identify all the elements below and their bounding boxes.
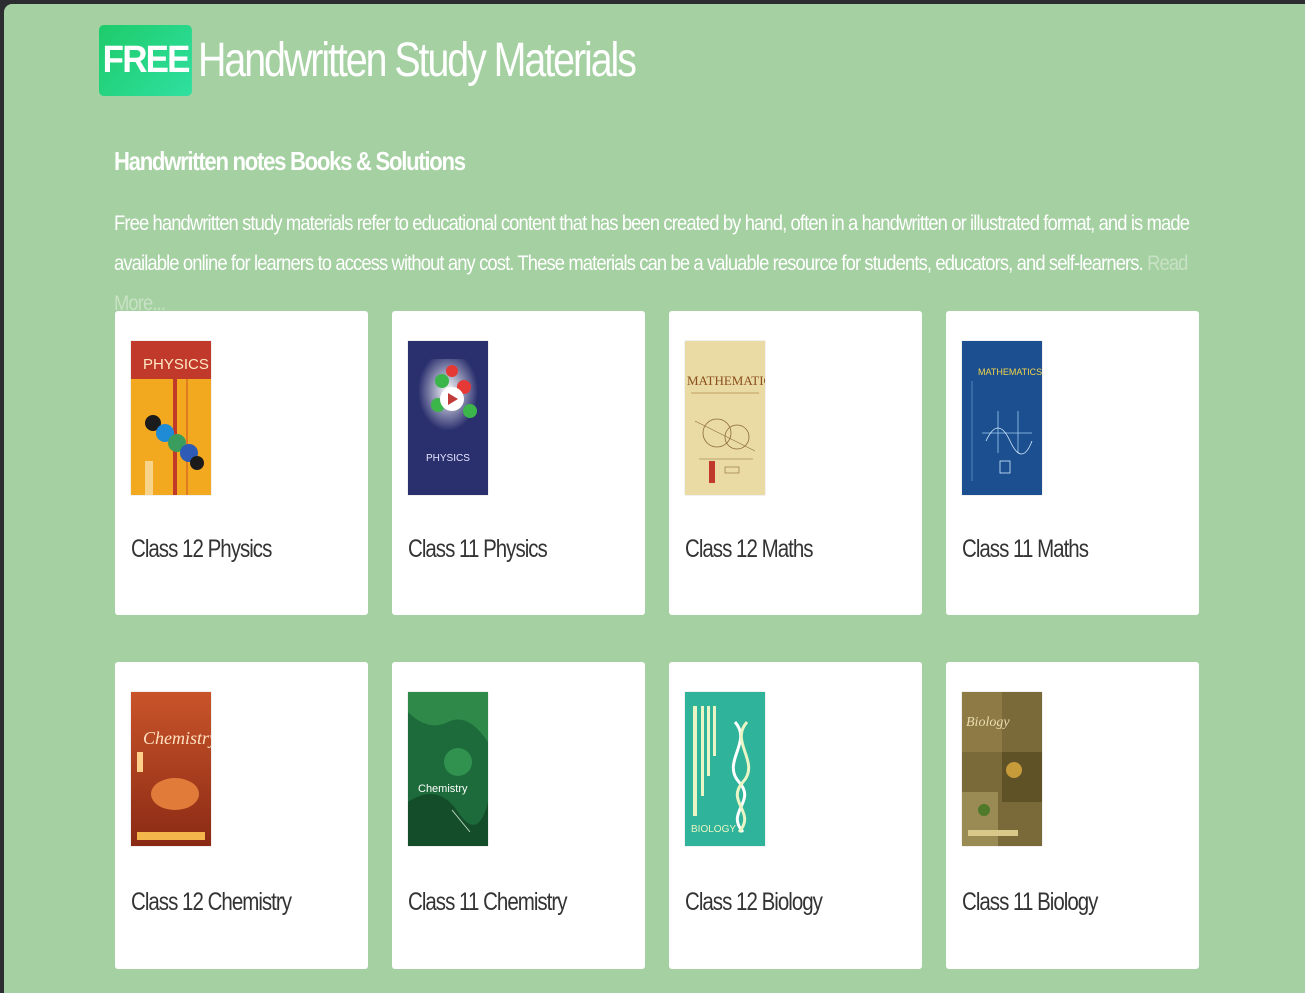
book-cover-image[interactable]: MATHEMATICS bbox=[685, 341, 765, 495]
svg-text:MATHEMATICS: MATHEMATICS bbox=[978, 367, 1042, 377]
page-title: FREE Handwritten Study Materials bbox=[99, 25, 731, 96]
book-card-class-12-maths[interactable]: MATHEMATICS Class 12 Maths bbox=[669, 311, 922, 615]
book-card-label: Class 12 Physics bbox=[131, 535, 272, 563]
mathematics-cover-icon: MATHEMATICS bbox=[685, 341, 765, 495]
chemistry-cover-icon: Chemistry bbox=[131, 692, 211, 846]
section-subtitle: Handwritten notes Books & Solutions bbox=[114, 146, 466, 176]
book-card-class-12-physics[interactable]: PHYSICS Class 12 Physics bbox=[115, 311, 368, 615]
book-card-label: Class 11 Maths bbox=[962, 535, 1089, 563]
svg-text:Biology: Biology bbox=[966, 715, 1010, 730]
book-cover-image[interactable]: BIOLOGY bbox=[685, 692, 765, 846]
section-description: Free handwritten study materials refer t… bbox=[114, 204, 1199, 324]
book-cover-image[interactable]: PHYSICS bbox=[131, 341, 211, 495]
book-card-label: Class 11 Biology bbox=[962, 888, 1098, 916]
book-card-class-11-maths[interactable]: MATHEMATICS Class 11 Maths bbox=[946, 311, 1199, 615]
description-text: Free handwritten study materials refer t… bbox=[114, 212, 1190, 275]
physics-cover-icon: PHYSICS bbox=[131, 341, 211, 495]
book-cover-image[interactable]: PHYSICS bbox=[408, 341, 488, 495]
biology-cover-icon: BIOLOGY bbox=[685, 692, 765, 846]
book-grid: PHYSICS Class 12 Physics PHYSICS Class 1… bbox=[115, 311, 1199, 969]
book-card-class-11-biology[interactable]: Biology Class 11 Biology bbox=[946, 662, 1199, 969]
book-card-label: Class 12 Chemistry bbox=[131, 888, 292, 916]
book-card-class-12-biology[interactable]: BIOLOGY Class 12 Biology bbox=[669, 662, 922, 969]
chemistry-cover-icon: Chemistry bbox=[408, 692, 488, 846]
book-cover-image[interactable]: Chemistry bbox=[408, 692, 488, 846]
svg-text:PHYSICS: PHYSICS bbox=[143, 356, 209, 373]
svg-text:BIOLOGY: BIOLOGY bbox=[691, 824, 736, 835]
book-card-class-12-chemistry[interactable]: Chemistry Class 12 Chemistry bbox=[115, 662, 368, 969]
book-card-label: Class 12 Maths bbox=[685, 535, 813, 563]
biology-cover-icon: Biology bbox=[962, 692, 1042, 846]
svg-text:Chemistry: Chemistry bbox=[143, 728, 211, 748]
page-title-text: Handwritten Study Materials bbox=[198, 34, 637, 87]
mathematics-cover-icon: MATHEMATICS bbox=[962, 341, 1042, 495]
svg-text:PHYSICS: PHYSICS bbox=[426, 453, 470, 464]
book-card-label: Class 11 Physics bbox=[408, 535, 548, 563]
physics-cover-icon: PHYSICS bbox=[408, 341, 488, 495]
page-container: FREE Handwritten Study Materials Handwri… bbox=[4, 4, 1305, 993]
book-card-label: Class 12 Biology bbox=[685, 888, 823, 916]
book-card-label: Class 11 Chemistry bbox=[408, 888, 567, 916]
book-cover-image[interactable]: MATHEMATICS bbox=[962, 341, 1042, 495]
svg-text:MATHEMATICS: MATHEMATICS bbox=[687, 373, 765, 388]
book-card-class-11-chemistry[interactable]: Chemistry Class 11 Chemistry bbox=[392, 662, 645, 969]
book-cover-image[interactable]: Chemistry bbox=[131, 692, 211, 846]
svg-text:Chemistry: Chemistry bbox=[418, 783, 468, 795]
free-badge: FREE bbox=[99, 25, 193, 96]
book-cover-image[interactable]: Biology bbox=[962, 692, 1042, 846]
book-card-class-11-physics[interactable]: PHYSICS Class 11 Physics bbox=[392, 311, 645, 615]
